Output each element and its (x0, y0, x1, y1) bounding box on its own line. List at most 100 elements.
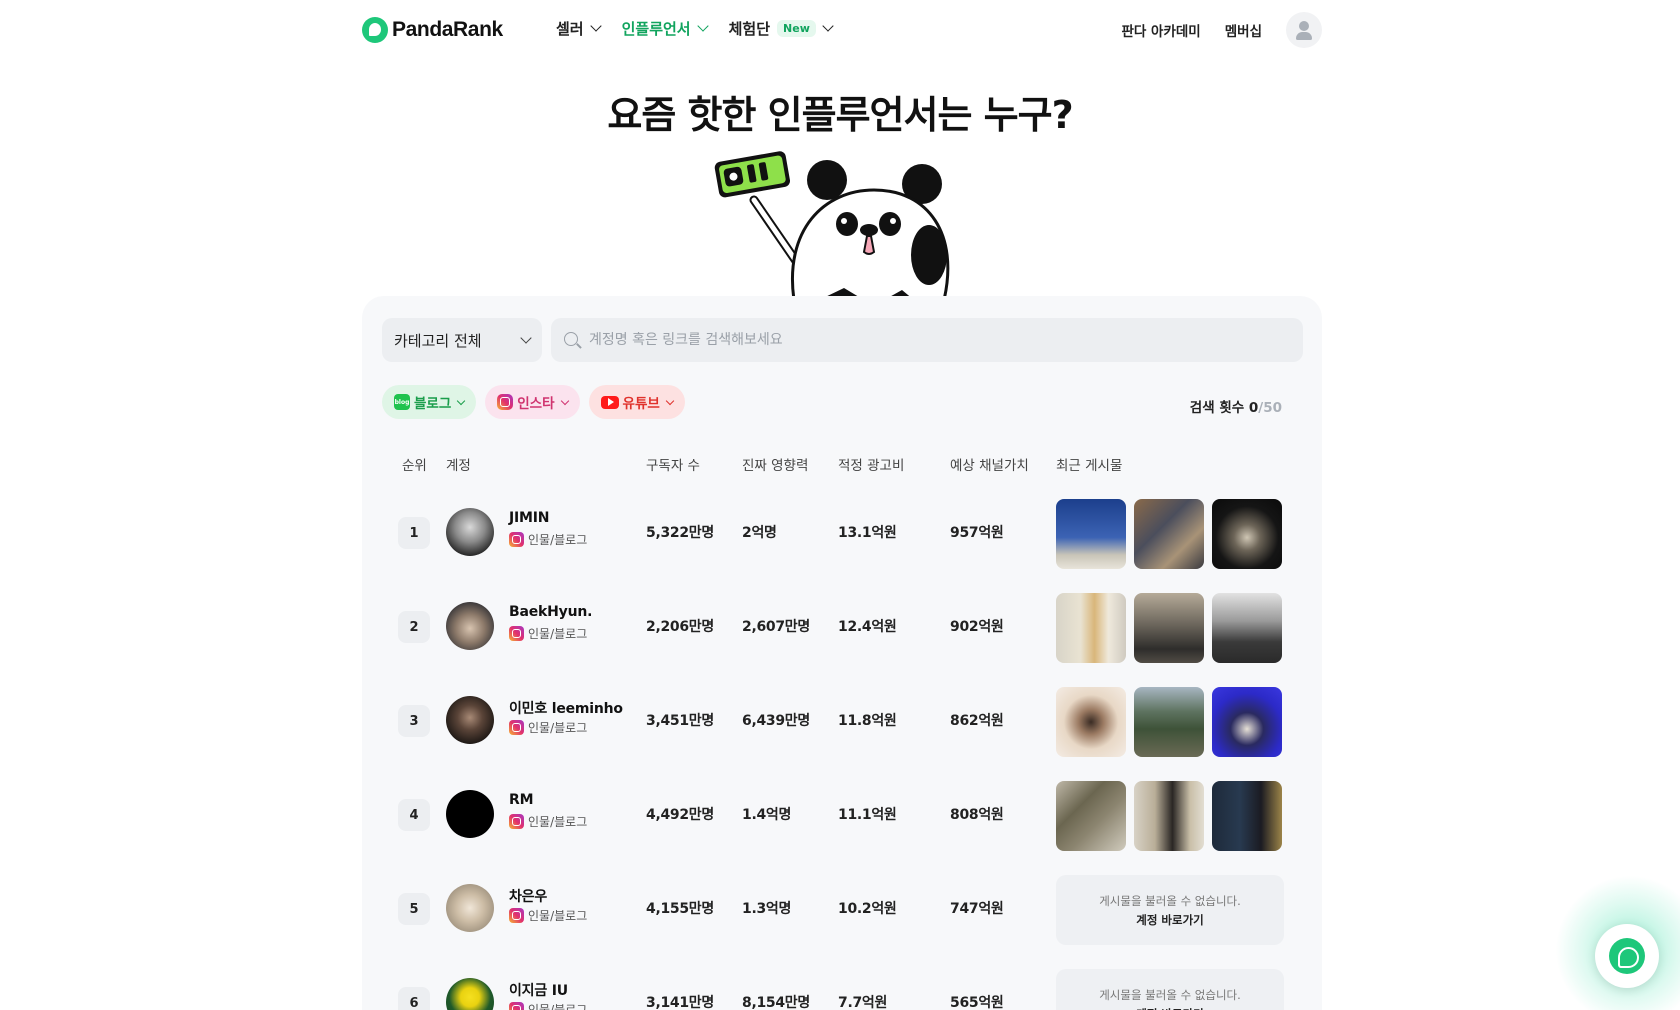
chip-youtube-label: 유튜브 (622, 396, 660, 412)
table-row[interactable]: 1 JIMIN 인물/블로그 5,322만명 2억명 13.1억원 957억원 (362, 484, 1322, 578)
no-posts-placeholder: 게시물을 불러올 수 없습니다. 계정 바로가기 (1056, 969, 1284, 1010)
channel-value: 862억원 (950, 713, 1004, 729)
post-thumbnail[interactable] (1212, 687, 1282, 757)
channel-value: 902억원 (950, 619, 1004, 635)
post-thumbnail[interactable] (1212, 593, 1282, 663)
influence-value: 2억명 (742, 525, 777, 541)
account-category-label: 인물/블로그 (528, 627, 588, 641)
influence-value: 6,439만명 (742, 713, 810, 729)
pandarank-logo[interactable]: PandaRank (362, 16, 503, 44)
account-category: 인물/블로그 (509, 907, 587, 924)
chip-blog-label: 블로그 (414, 396, 452, 412)
blog-icon: blog (394, 394, 410, 410)
rank-badge: 3 (398, 705, 430, 737)
post-thumbnail[interactable] (1134, 593, 1204, 663)
account-category: 인물/블로그 (509, 813, 587, 830)
rank-badge: 1 (398, 517, 430, 549)
subscribers-value: 3,451만명 (646, 713, 714, 729)
header-recent-posts: 최근 게시물 (1056, 458, 1123, 474)
post-thumbnail[interactable] (1134, 781, 1204, 851)
table-row[interactable]: 3 이민호 leeminho 인물/블로그 3,451만명 6,439만명 11… (362, 672, 1322, 766)
avatar (446, 978, 494, 1010)
post-thumbnail[interactable] (1134, 499, 1204, 569)
table-row[interactable]: 2 BaekHyun. 인물/블로그 2,206만명 2,607만명 12.4억… (362, 578, 1322, 672)
account-name[interactable]: 차은우 (509, 886, 547, 906)
membership-link[interactable]: 멤버십 (1225, 20, 1262, 40)
header-rank: 순위 (402, 458, 427, 474)
account-category-label: 인물/블로그 (528, 909, 588, 923)
rank-badge: 5 (398, 893, 430, 925)
ad-cost-value: 12.4억원 (838, 619, 897, 635)
subscribers-value: 4,492만명 (646, 807, 714, 823)
account-name[interactable]: RM (509, 792, 534, 808)
account-category: 인물/블로그 (509, 719, 587, 736)
search-count-max: /50 (1258, 400, 1282, 416)
table-row[interactable]: 5 차은우 인물/블로그 4,155만명 1.3억명 10.2억원 747억원 … (362, 860, 1322, 954)
nav-influencer[interactable]: 인플루언서 (621, 18, 709, 39)
account-name[interactable]: 이민호 leeminho (509, 698, 623, 718)
search-input[interactable] (589, 332, 1269, 348)
channel-value: 957억원 (950, 525, 1004, 541)
ad-cost-value: 10.2억원 (838, 901, 897, 917)
chevron-down-icon (560, 396, 569, 405)
main-nav: 셀러 인플루언서 체험단 New (556, 18, 834, 39)
avatar (446, 508, 494, 556)
chat-support-button[interactable] (1595, 924, 1659, 988)
nav-experience[interactable]: 체험단 New (728, 18, 834, 39)
search-bar (551, 318, 1303, 362)
account-name[interactable]: BaekHyun. (509, 604, 592, 620)
go-to-account-link[interactable]: 계정 바로가기 (1136, 1006, 1203, 1010)
instagram-icon (497, 394, 514, 410)
channel-value: 747억원 (950, 901, 1004, 917)
post-thumbnail[interactable] (1212, 499, 1282, 569)
search-count: 검색 횟수 0/50 (1190, 396, 1282, 416)
chip-youtube[interactable]: 유튜브 (588, 385, 685, 419)
chip-blog[interactable]: blog 블로그 (382, 385, 477, 419)
chevron-down-icon (822, 20, 834, 32)
nav-seller-label: 셀러 (556, 20, 584, 38)
post-thumbnail[interactable] (1056, 687, 1126, 757)
avatar (446, 790, 494, 838)
table-row[interactable]: 6 이지금 IU 인물/블로그 3,141만명 8,154만명 7.7억원 56… (362, 954, 1322, 1010)
page-title: 요즘 핫한 인플루언서는 누구? (607, 93, 1073, 137)
user-avatar-button[interactable] (1286, 12, 1322, 48)
logo-text: PandaRank (392, 18, 503, 41)
header-ad-cost: 적정 광고비 (838, 458, 905, 474)
go-to-account-link[interactable]: 계정 바로가기 (1136, 912, 1203, 928)
post-thumbnail[interactable] (1056, 781, 1126, 851)
chevron-down-icon (665, 396, 675, 405)
rank-badge: 6 (398, 987, 430, 1010)
chevron-down-icon (589, 20, 602, 32)
ad-cost-value: 11.1억원 (838, 807, 897, 823)
search-count-value: 0 (1248, 400, 1259, 416)
nav-seller[interactable]: 셀러 (556, 18, 602, 39)
no-posts-message: 게시물을 불러올 수 없습니다. (1099, 987, 1241, 1002)
academy-link[interactable]: 판다 아카데미 (1122, 20, 1201, 40)
account-category: 인물/블로그 (509, 531, 587, 548)
post-thumbnail[interactable] (1134, 687, 1204, 757)
post-thumbnail[interactable] (1212, 781, 1282, 851)
platform-filter-chips: blog 블로그 인스타 유튜브 (382, 385, 685, 419)
post-thumbnail[interactable] (1056, 499, 1126, 569)
category-select[interactable]: 카테고리 전체 (382, 318, 542, 362)
table-row[interactable]: 4 RM 인물/블로그 4,492만명 1.4억명 11.1억원 808억원 (362, 766, 1322, 860)
ad-cost-value: 11.8억원 (838, 713, 897, 729)
post-thumbnail[interactable] (1056, 593, 1126, 663)
instagram-icon (509, 1002, 524, 1010)
account-category: 인물/블로그 (509, 625, 587, 642)
nav-influencer-label: 인플루언서 (621, 20, 691, 38)
account-name[interactable]: 이지금 IU (509, 980, 568, 1000)
logo-icon (362, 17, 388, 43)
chip-instagram[interactable]: 인스타 (485, 385, 580, 419)
influence-value: 8,154만명 (742, 995, 810, 1010)
channel-value: 808억원 (950, 807, 1004, 823)
nav-experience-label: 체험단 (728, 20, 771, 38)
account-name[interactable]: JIMIN (509, 510, 549, 526)
header-account: 계정 (446, 458, 471, 474)
header-influence: 진짜 영향력 (742, 458, 809, 474)
instagram-icon (509, 908, 524, 923)
panda-selfie-illustration (714, 151, 950, 298)
instagram-icon (509, 626, 524, 641)
header-channel-value: 예상 채널가치 (950, 458, 1029, 474)
chevron-down-icon (457, 396, 466, 405)
